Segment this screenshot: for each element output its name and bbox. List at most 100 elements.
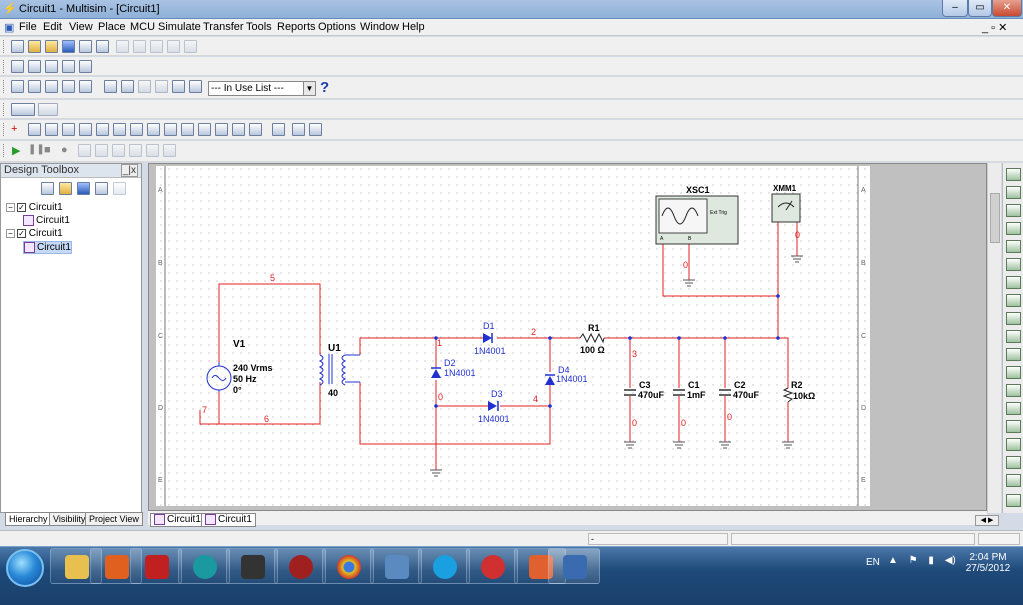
ttl-icon[interactable] [96,123,109,136]
tree-item-root-1[interactable]: − ✓ Circuit1 [6,202,63,213]
peripherals-icon[interactable] [215,123,228,136]
tab-hierarchy[interactable]: Hierarchy [5,512,52,526]
goto-parent-icon[interactable] [155,80,168,93]
minimize-button[interactable]: – [942,0,968,17]
ni-icon[interactable] [272,123,285,136]
taskbar-bug-app[interactable] [274,548,326,584]
capture-area-icon[interactable] [138,80,151,93]
menu-transfer[interactable]: Transfer [203,21,244,33]
system-tray[interactable]: ▲ ⚑ ▮ ◀) [888,555,956,566]
new-window-icon[interactable] [95,182,108,195]
network-analyzer-icon[interactable] [1006,402,1021,415]
step-over-icon[interactable] [95,144,108,157]
taskbar-chrome[interactable] [322,548,374,584]
in-use-list[interactable]: --- In Use List --- [208,81,308,96]
open-icon[interactable] [28,40,41,53]
basic-icon[interactable] [28,123,41,136]
agilent-multimeter-icon[interactable] [1006,438,1021,451]
taskbar-microchip[interactable] [130,548,182,584]
bode-plotter-icon[interactable] [1006,258,1021,271]
save-sheet-icon[interactable] [77,182,90,195]
mdi-controls[interactable]: _ ▫ ✕ [982,21,1007,34]
rf-icon[interactable] [232,123,245,136]
checkbox-icon[interactable]: ✓ [17,202,26,212]
logic-analyzer-icon[interactable] [1006,312,1021,325]
copy-icon[interactable] [133,40,146,53]
analog-icon[interactable] [79,123,92,136]
taskbar-multisim[interactable] [548,548,600,584]
transistor-icon[interactable] [62,123,75,136]
tree-item-child-2[interactable]: Circuit1 [23,241,72,255]
open-sheet-icon[interactable] [59,182,72,195]
menu-simulate[interactable]: Simulate [158,21,201,33]
collapse-icon[interactable]: − [6,202,15,212]
undo-icon[interactable] [167,40,180,53]
view-icon[interactable] [11,103,35,116]
redo-icon[interactable] [184,40,197,53]
toolbox-icon[interactable] [11,80,24,93]
run-to-cursor-icon[interactable] [129,144,142,157]
menu-tools[interactable]: Tools [246,21,272,33]
start-button[interactable] [6,549,44,587]
multimeter-icon[interactable] [1006,168,1021,181]
vertical-scrollbar[interactable] [987,163,1001,513]
tab-visibility[interactable]: Visibility [49,512,90,526]
agilent-scope-icon[interactable] [1006,456,1021,469]
tab-project-view[interactable]: Project View [85,512,143,526]
xmm1-multimeter[interactable]: XMM1 [771,184,801,223]
spectrum-analyzer-icon[interactable] [1006,384,1021,397]
oscilloscope-icon[interactable] [1006,222,1021,235]
run-icon[interactable]: ▶ [12,144,20,157]
component-wizard-icon[interactable] [62,80,75,93]
menu-edit[interactable]: Edit [43,21,62,33]
zoom-area-icon[interactable] [62,60,75,73]
grapher-icon[interactable] [79,80,92,93]
sheet-tab-1[interactable]: Circuit1 [150,513,205,527]
delete-sheet-icon[interactable] [113,182,126,195]
tree-item-root-2[interactable]: − ✓ Circuit1 [6,228,63,239]
misc-icon[interactable] [198,123,211,136]
open-sample-icon[interactable] [45,40,58,53]
language-indicator[interactable]: EN [866,557,880,568]
cmos-icon[interactable] [113,123,126,136]
help-icon[interactable]: ? [320,79,329,96]
zoom-out-icon[interactable] [45,60,58,73]
logic-converter-icon[interactable] [1006,330,1021,343]
spreadsheet-icon[interactable] [28,80,41,93]
forward-annotate-icon[interactable] [189,80,202,93]
breakpoint-icon[interactable] [146,144,159,157]
tab-scroll-arrows[interactable]: ◀ ▶ [975,515,999,526]
paste-icon[interactable] [150,40,163,53]
clock[interactable]: 2:04 PM 27/5/2012 [958,552,1018,574]
taskbar-skype[interactable] [418,548,470,584]
cut-icon[interactable] [116,40,129,53]
sheet-tab-2[interactable]: Circuit1 [201,513,256,527]
tree-item-child-1[interactable]: Circuit1 [23,215,70,226]
menu-window[interactable]: Window [360,21,399,33]
remove-breakpoints-icon[interactable] [163,144,176,157]
new-icon[interactable] [11,40,24,53]
collapse-icon[interactable]: − [6,228,15,238]
toggle-fullscreen-icon[interactable] [11,60,24,73]
zoom-fit-icon[interactable] [79,60,92,73]
step-out-icon[interactable] [112,144,125,157]
schematic-sheet[interactable]: A B C D E A B C D E V1 240 Vrms 50 Hz 0°… [156,166,870,506]
iv-analyzer-icon[interactable] [1006,348,1021,361]
menu-mcu[interactable]: MCU [130,21,155,33]
wattmeter-icon[interactable] [1006,204,1021,217]
save-icon[interactable] [62,40,75,53]
power-icon[interactable] [181,123,194,136]
view-alt-icon[interactable] [38,103,58,116]
toolbox-close-button[interactable]: _|x [120,164,138,177]
taskbar-arduino[interactable] [178,548,230,584]
menu-reports[interactable]: Reports [277,21,316,33]
erc-icon[interactable] [121,80,134,93]
back-annotate-icon[interactable] [172,80,185,93]
print-icon[interactable] [79,40,92,53]
menu-place[interactable]: Place [98,21,126,33]
misc-digital-icon[interactable] [130,123,143,136]
agilent-generator-icon[interactable] [1006,420,1021,433]
mixed-icon[interactable] [147,123,160,136]
close-button[interactable]: ✕ [992,0,1022,17]
distortion-analyzer-icon[interactable] [1006,366,1021,379]
